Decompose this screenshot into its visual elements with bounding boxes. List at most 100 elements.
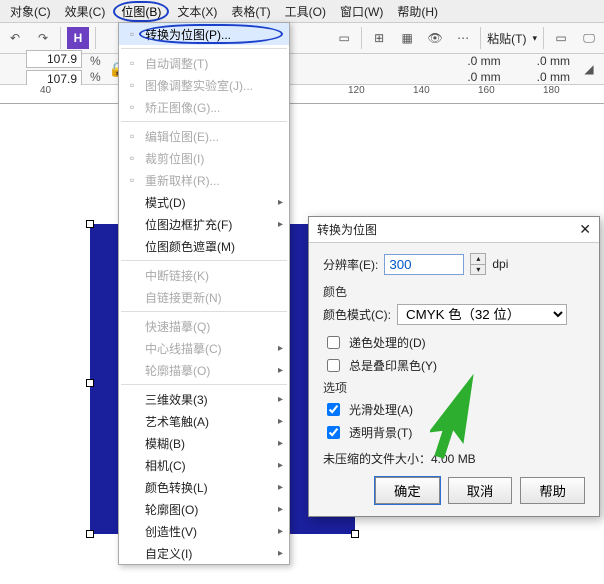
resolution-spinner[interactable]: ▴▾ bbox=[470, 253, 486, 275]
menu-object[interactable]: 对象(C) bbox=[4, 1, 57, 22]
dots-icon[interactable]: ⋯ bbox=[452, 27, 474, 49]
menubar: 对象(C) 效果(C) 位图(B) 文本(X) 表格(T) 工具(O) 窗口(W… bbox=[0, 0, 604, 23]
help-button[interactable]: 帮助 bbox=[520, 477, 585, 504]
menu-item: 快速描摹(Q) bbox=[119, 315, 289, 337]
ruler: 40 120 140 160 180 bbox=[0, 85, 604, 104]
mm-value: .0 mm bbox=[537, 54, 570, 68]
menu-item: ▫自动调整(T) bbox=[119, 52, 289, 74]
menu-item-label: 轮廓描摹(O) bbox=[145, 362, 278, 379]
menu-item-label: 轮廓图(O) bbox=[145, 501, 278, 518]
submenu-arrow-icon: ▸ bbox=[278, 526, 289, 537]
menu-help[interactable]: 帮助(H) bbox=[391, 1, 444, 22]
options-group: 选项 bbox=[323, 379, 585, 396]
convert-icon: ▫ bbox=[119, 27, 145, 41]
submenu-arrow-icon: ▸ bbox=[278, 438, 289, 449]
dither-checkbox[interactable] bbox=[327, 336, 340, 349]
menu-bitmap[interactable]: 位图(B) bbox=[113, 1, 169, 22]
menu-item-label: 位图颜色遮罩(M) bbox=[145, 238, 289, 255]
menu-item[interactable]: 模式(D)▸ bbox=[119, 191, 289, 213]
dither-label: 递色处理的(D) bbox=[349, 334, 426, 351]
menu-item-label: 中断链接(K) bbox=[145, 267, 289, 284]
menu-item-label: 位图边框扩充(F) bbox=[145, 216, 278, 233]
menu-item-label: 三维效果(3) bbox=[145, 391, 278, 408]
menu-item[interactable]: 创造性(V)▸ bbox=[119, 520, 289, 542]
ok-button[interactable]: 确定 bbox=[375, 477, 440, 504]
submenu-arrow-icon: ▸ bbox=[278, 482, 289, 493]
menu-item[interactable]: 模糊(B)▸ bbox=[119, 432, 289, 454]
submenu-arrow-icon: ▸ bbox=[278, 343, 289, 354]
paste-button[interactable]: 粘贴(T) bbox=[487, 30, 526, 47]
menu-item[interactable]: 轮廓图(O)▸ bbox=[119, 498, 289, 520]
menu-text[interactable]: 文本(X) bbox=[171, 1, 223, 22]
menu-item-label: 转换为位图(P)... bbox=[145, 26, 289, 43]
percent-label: % bbox=[90, 70, 101, 84]
submenu-arrow-icon: ▸ bbox=[278, 548, 289, 559]
dialog-title: 转换为位图 bbox=[317, 221, 377, 238]
property-bar: 107.9 107.9 % % 🔒 .0 mm .0 mm .0 mm .0 m… bbox=[0, 54, 604, 85]
screen-icon[interactable]: 🖵 bbox=[578, 27, 600, 49]
menu-item[interactable]: 颜色转换(L)▸ bbox=[119, 476, 289, 498]
menu-item-label: 模糊(B) bbox=[145, 435, 278, 452]
menu-item[interactable]: ▫转换为位图(P)... bbox=[119, 23, 289, 45]
menu-item: ▫矫正图像(G)... bbox=[119, 96, 289, 118]
auto-icon: ▫ bbox=[119, 56, 145, 70]
tool-icon[interactable]: H bbox=[67, 27, 89, 49]
undo-button[interactable]: ↶ bbox=[4, 27, 26, 49]
close-icon[interactable]: ✕ bbox=[579, 221, 591, 238]
menu-item-label: 裁剪位图(I) bbox=[145, 150, 289, 167]
submenu-arrow-icon: ▸ bbox=[278, 197, 289, 208]
menu-table[interactable]: 表格(T) bbox=[225, 1, 276, 22]
menu-item-label: 自链接更新(N) bbox=[145, 289, 289, 306]
menu-item-label: 艺术笔触(A) bbox=[145, 413, 278, 430]
menu-item[interactable]: 艺术笔触(A)▸ bbox=[119, 410, 289, 432]
resolution-label: 分辨率(E): bbox=[323, 256, 378, 273]
dpi-label: dpi bbox=[492, 257, 508, 271]
scale-x-input[interactable]: 107.9 bbox=[26, 50, 82, 68]
menu-item[interactable]: 自定义(I)▸ bbox=[119, 542, 289, 564]
menu-item: 自链接更新(N) bbox=[119, 286, 289, 308]
menu-item-label: 自动调整(T) bbox=[145, 55, 289, 72]
straighten-icon: ▫ bbox=[119, 100, 145, 114]
menu-effects[interactable]: 效果(C) bbox=[59, 1, 112, 22]
crop-icon: ▫ bbox=[119, 151, 145, 165]
mm-value: .0 mm bbox=[467, 70, 500, 84]
transparent-label: 透明背景(T) bbox=[349, 424, 412, 441]
menu-tools[interactable]: 工具(O) bbox=[279, 1, 332, 22]
submenu-arrow-icon: ▸ bbox=[278, 460, 289, 471]
menu-item[interactable]: 三维效果(3)▸ bbox=[119, 388, 289, 410]
smooth-checkbox[interactable] bbox=[327, 403, 340, 416]
menu-item[interactable]: 位图边框扩充(F)▸ bbox=[119, 213, 289, 235]
align-icon[interactable]: ▭ bbox=[550, 27, 572, 49]
eye-icon[interactable]: 👁 bbox=[424, 27, 446, 49]
menu-window[interactable]: 窗口(W) bbox=[334, 1, 389, 22]
overprint-label: 总是叠印黑色(Y) bbox=[349, 357, 437, 374]
menu-item: 中断链接(K) bbox=[119, 264, 289, 286]
bitmap-dropdown: ▫转换为位图(P)...▫自动调整(T)▫图像调整实验室(J)...▫矫正图像(… bbox=[118, 22, 290, 565]
cancel-button[interactable]: 取消 bbox=[448, 477, 513, 504]
transparent-checkbox[interactable] bbox=[327, 426, 340, 439]
submenu-arrow-icon: ▸ bbox=[278, 365, 289, 376]
corner-icon[interactable]: ◢ bbox=[578, 58, 600, 80]
menu-item[interactable]: 位图颜色遮罩(M) bbox=[119, 235, 289, 257]
menu-item: ▫重新取样(R)... bbox=[119, 169, 289, 191]
mm-value: .0 mm bbox=[537, 70, 570, 84]
menu-item: ▫编辑位图(E)... bbox=[119, 125, 289, 147]
snap-icon[interactable]: ⊞ bbox=[368, 27, 390, 49]
view-icon[interactable]: ▭ bbox=[333, 27, 355, 49]
resolution-input[interactable] bbox=[384, 254, 464, 275]
convert-dialog: 转换为位图 ✕ 分辨率(E): ▴▾ dpi 颜色 颜色模式(C): CMYK … bbox=[308, 216, 600, 517]
menu-item-label: 颜色转换(L) bbox=[145, 479, 278, 496]
menu-item-label: 自定义(I) bbox=[145, 545, 278, 562]
colormode-select[interactable]: CMYK 色（32 位） bbox=[397, 304, 567, 325]
mm-value: .0 mm bbox=[467, 54, 500, 68]
submenu-arrow-icon: ▸ bbox=[278, 416, 289, 427]
menu-item-label: 重新取样(R)... bbox=[145, 172, 289, 189]
redo-button[interactable]: ↷ bbox=[32, 27, 54, 49]
menu-item-label: 矫正图像(G)... bbox=[145, 99, 289, 116]
menu-item: 轮廓描摹(O)▸ bbox=[119, 359, 289, 381]
overprint-checkbox[interactable] bbox=[327, 359, 340, 372]
menu-item-label: 中心线描摹(C) bbox=[145, 340, 278, 357]
submenu-arrow-icon: ▸ bbox=[278, 504, 289, 515]
menu-item[interactable]: 相机(C)▸ bbox=[119, 454, 289, 476]
grid-icon[interactable]: ▦ bbox=[396, 27, 418, 49]
